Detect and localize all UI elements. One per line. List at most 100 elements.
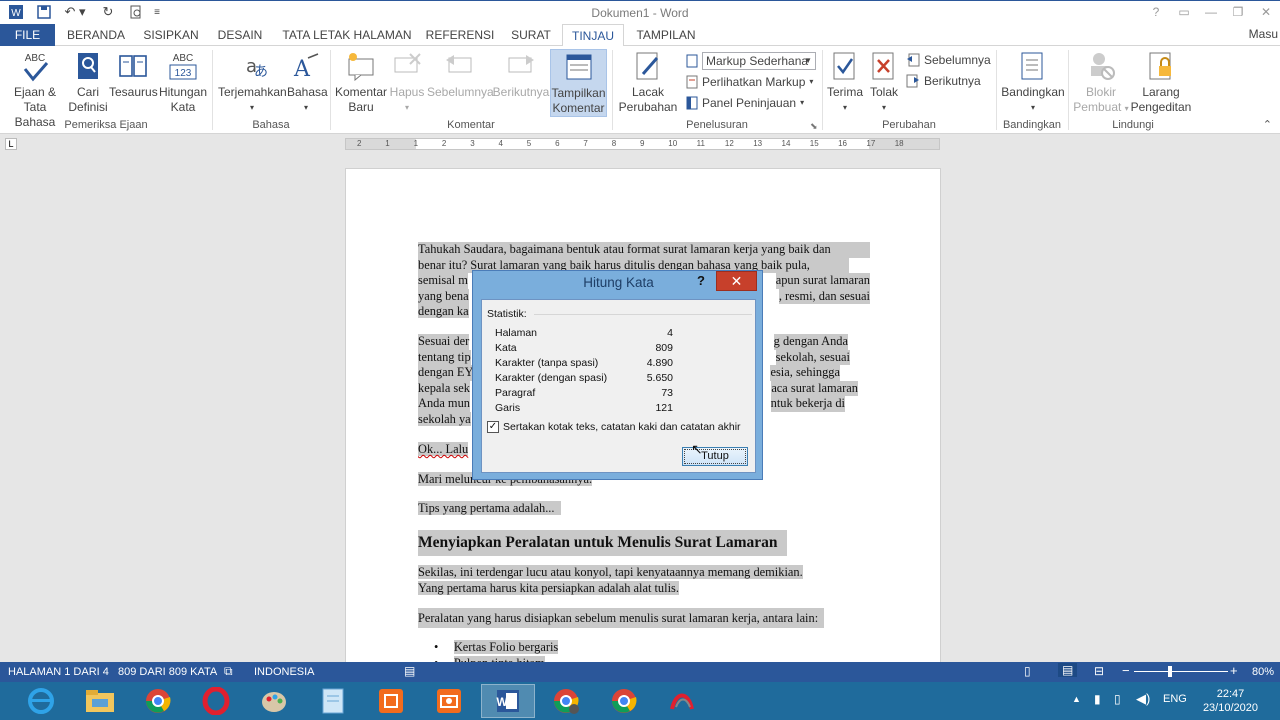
chrome-icon[interactable] — [131, 684, 185, 718]
user-name[interactable]: Masu — [1249, 27, 1278, 41]
label-line1: Komentar — [334, 85, 388, 99]
tab-tinjau[interactable]: TINJAU — [562, 24, 624, 47]
chrome-profile-icon[interactable] — [539, 684, 593, 718]
language-status[interactable]: INDONESIA — [254, 666, 315, 678]
reviewing-pane-dropdown[interactable]: Panel Peninjauan ▾ — [686, 94, 804, 112]
markup-mode-dropdown[interactable]: Markup Sederhana ▼ — [702, 52, 816, 70]
tray-expand-icon[interactable]: ▲ — [1072, 694, 1081, 704]
tab-beranda[interactable]: BERANDA — [62, 24, 130, 46]
research-button[interactable]: Cari Definisi — [68, 49, 108, 115]
new-comment-button[interactable]: Komentar Baru — [334, 49, 388, 115]
file-explorer-icon[interactable] — [73, 684, 127, 718]
battery-icon[interactable]: ▯ — [1114, 692, 1121, 706]
web-layout-icon[interactable]: ⊟ — [1094, 664, 1104, 678]
tab-file[interactable]: FILE — [0, 24, 55, 46]
input-language[interactable]: ENG — [1163, 693, 1187, 705]
proofing-icon[interactable]: ⧉ — [224, 664, 233, 679]
translate-button[interactable]: aあ Terjemahkan ▾ — [218, 49, 287, 115]
ruler-mark: 15 — [809, 139, 819, 148]
zoom-out-icon[interactable]: − — [1122, 663, 1130, 678]
text-line: Tahukah Saudara, bagaimana bentuk atau f… — [418, 242, 870, 258]
block-authors-icon — [1085, 49, 1117, 83]
ribbon-options-icon[interactable]: ▭ — [1174, 4, 1194, 20]
screen-recorder-icon[interactable] — [364, 684, 418, 718]
delete-comment-button[interactable]: Hapus ▾ — [388, 49, 426, 115]
help-icon[interactable]: ? — [1146, 4, 1166, 20]
checkmark-icon[interactable]: ✓ — [487, 421, 499, 433]
tab-selector[interactable]: L — [5, 138, 17, 150]
horizontal-ruler[interactable]: 2 1 1 2 3 4 5 6 7 8 9 10 11 12 13 14 15 16 17 18 — [345, 138, 940, 150]
read-mode-icon[interactable]: ▯ — [1024, 664, 1031, 678]
zoom-level[interactable]: 80% — [1252, 666, 1274, 678]
show-markup-dropdown[interactable]: Perlihatkan Markup ▾ — [686, 73, 813, 91]
thesaurus-icon — [117, 49, 149, 83]
word-icon[interactable]: W — [481, 684, 535, 718]
print-layout-icon[interactable]: ▤ — [1058, 663, 1078, 677]
label-line2: Pembuat ▾ — [1073, 100, 1129, 114]
volume-icon[interactable]: ◀) — [1136, 691, 1150, 707]
include-textboxes-checkbox[interactable]: ✓ Sertakan kotak teks, catatan kaki dan … — [487, 421, 741, 433]
previous-change-button[interactable]: Sebelumnya — [906, 51, 991, 69]
compare-button[interactable]: Bandingkan ▾ — [1000, 49, 1066, 115]
label-line2: Kata — [170, 100, 196, 114]
paragraph-3[interactable]: Ok... Lalu — [418, 442, 469, 458]
minimize-icon[interactable]: — — [1201, 4, 1221, 20]
tab-tampilan[interactable]: TAMPILAN — [630, 24, 702, 46]
next-change-button[interactable]: Berikutnya — [906, 72, 981, 90]
word-count-button[interactable]: ABC 123 Hitungan Kata — [158, 49, 208, 115]
tab-surat[interactable]: SURAT — [504, 24, 558, 46]
thesaurus-button[interactable]: Tesaurus — [109, 49, 158, 100]
close-icon[interactable]: ✕ — [1256, 4, 1276, 20]
camera-app-icon[interactable] — [422, 684, 476, 718]
text-line: Yang pertama harus kita persiapkan adala… — [418, 580, 679, 595]
tab-tata-letak[interactable]: TATA LETAK HALAMAN — [278, 24, 416, 46]
block-authors-button[interactable]: Blokir Pembuat ▾ — [1070, 49, 1132, 116]
paragraph-7[interactable]: Peralatan yang harus disiapkan sebelum m… — [418, 608, 825, 628]
group-label-comments: Komentar — [447, 119, 495, 131]
divider — [534, 314, 752, 315]
delete-comment-icon — [391, 49, 423, 83]
tab-sisipkan[interactable]: SISIPKAN — [138, 24, 204, 46]
collapse-ribbon-icon[interactable]: ⌃ — [1263, 118, 1272, 131]
accept-button[interactable]: Terima ▾ — [824, 49, 866, 115]
word-count-status[interactable]: 809 DARI 809 KATA — [118, 666, 217, 678]
opera-icon[interactable] — [189, 684, 243, 718]
label: Berikutnya — [492, 85, 550, 99]
network-icon[interactable]: ▮ — [1094, 692, 1101, 706]
heading-1[interactable]: Menyiapkan Peralatan untuk Menulis Surat… — [418, 530, 787, 556]
restrict-editing-button[interactable]: Larang Pengeditan — [1130, 49, 1192, 115]
label: Terima — [826, 85, 863, 99]
chrome-icon-2[interactable] — [597, 684, 651, 718]
vertical-scrollbar[interactable] — [1274, 154, 1280, 662]
zoom-in-icon[interactable]: + — [1230, 663, 1238, 678]
tab-desain[interactable]: DESAIN — [212, 24, 268, 46]
paragraph-5[interactable]: Tips yang pertama adalah... — [418, 501, 561, 517]
notepad-icon[interactable] — [306, 684, 360, 718]
paint-icon[interactable] — [247, 684, 301, 718]
ruler-mark: 17 — [866, 139, 876, 148]
dialog-launcher-icon[interactable]: ⬊ — [810, 121, 818, 132]
previous-comment-icon — [443, 49, 475, 83]
tab-referensi[interactable]: REFERENSI — [424, 24, 496, 46]
close-icon[interactable]: ✕ — [716, 271, 757, 291]
pdf-reader-icon[interactable] — [655, 684, 709, 718]
track-changes-button[interactable]: Lacak Perubahan — [614, 49, 682, 115]
ie-icon[interactable] — [14, 684, 68, 718]
spelling-grammar-button[interactable]: ABC Ejaan & Tata Bahasa — [4, 49, 66, 130]
page-count[interactable]: HALAMAN 1 DARI 4 — [8, 666, 109, 678]
next-comment-button[interactable]: Berikutnya — [492, 49, 550, 100]
dropdown-arrow-icon: ▾ — [303, 103, 308, 112]
zoom-slider-thumb[interactable] — [1168, 666, 1172, 677]
dropdown-arrow-icon: ▾ — [842, 103, 847, 112]
zoom-slider[interactable] — [1134, 671, 1228, 672]
paragraph-6[interactable]: Sekilas, ini terdengar lucu atau konyol,… — [418, 565, 803, 596]
macro-icon[interactable]: ▤ — [404, 664, 415, 678]
label: Sebelumnya — [427, 85, 494, 99]
show-comments-button[interactable]: Tampilkan Komentar — [550, 49, 607, 117]
system-clock[interactable]: 22:47 23/10/2020 — [1203, 687, 1258, 715]
reject-button[interactable]: Tolak ▾ — [866, 49, 902, 115]
restore-icon[interactable]: ❐ — [1228, 4, 1248, 20]
previous-comment-button[interactable]: Sebelumnya — [427, 49, 494, 100]
language-button[interactable]: A Bahasa ▾ — [287, 49, 328, 115]
help-icon[interactable]: ? — [697, 273, 705, 288]
